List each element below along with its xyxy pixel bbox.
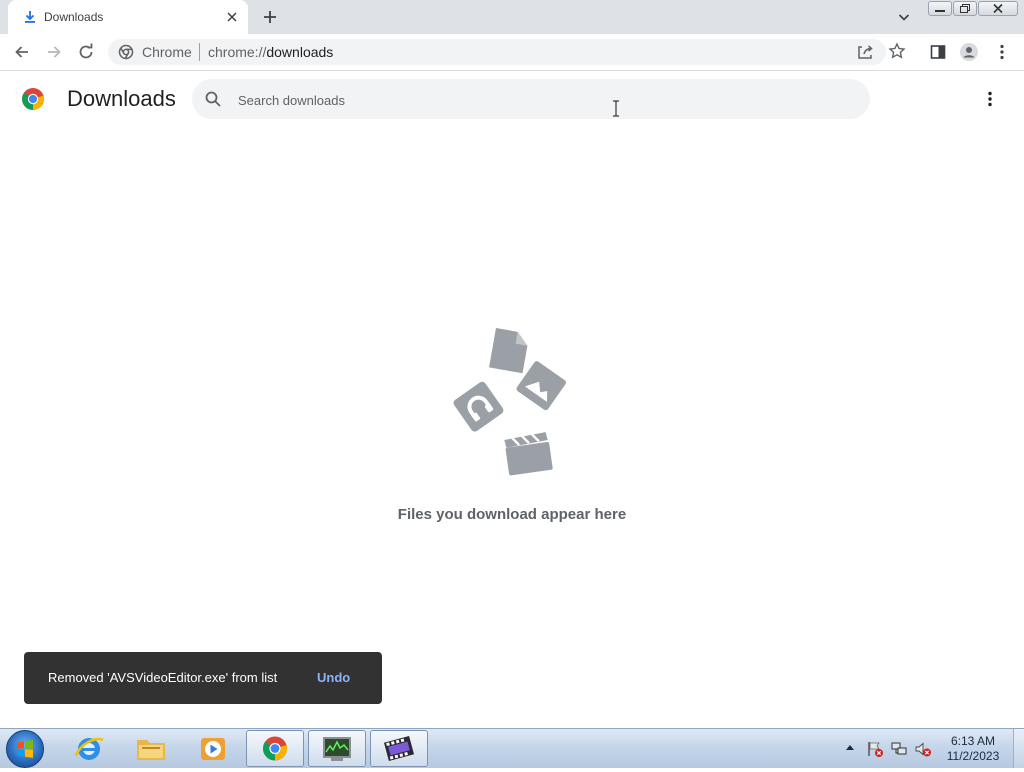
taskbar-windows-explorer[interactable] <box>122 730 180 767</box>
undo-button[interactable]: Undo <box>317 670 350 685</box>
search-bar[interactable] <box>192 79 870 119</box>
tab-strip: Downloads <box>0 0 1024 34</box>
url-scheme: chrome:// <box>208 44 267 60</box>
chrome-icon <box>118 44 134 60</box>
clock-date: 11/2/2023 <box>946 749 1000 763</box>
show-desktop-button[interactable] <box>1013 729 1024 768</box>
site-chip: Chrome <box>142 44 192 60</box>
empty-downloads-illustration <box>453 328 566 476</box>
text-cursor-icon <box>613 100 619 117</box>
chevron-down-icon[interactable] <box>896 9 912 25</box>
page-title: Downloads <box>67 86 176 111</box>
taskbar-chrome[interactable] <box>246 730 304 767</box>
address-bar[interactable]: Chrome chrome://downloads <box>108 39 906 65</box>
show-hidden-icons-icon[interactable] <box>845 743 855 751</box>
window-close-button[interactable] <box>978 1 1018 16</box>
more-actions-icon[interactable] <box>980 89 1000 109</box>
search-input[interactable] <box>236 88 840 112</box>
windows-logo-icon <box>17 740 33 758</box>
system-clock[interactable]: 6:13 AM 11/2/2023 <box>940 734 1006 764</box>
forward-arrow-icon[interactable] <box>44 42 64 62</box>
network-icon[interactable] <box>890 740 908 758</box>
task-manager-icon <box>323 737 351 761</box>
search-icon <box>205 91 221 107</box>
new-tab-button[interactable] <box>261 8 279 26</box>
taskbar-internet-explorer[interactable] <box>60 730 118 767</box>
url-text[interactable]: chrome://downloads <box>208 44 333 60</box>
tab-title: Downloads <box>44 10 104 24</box>
reload-icon[interactable] <box>76 42 96 62</box>
download-icon <box>25 11 35 23</box>
clock-time: 6:13 AM <box>950 734 996 748</box>
taskbar-task-manager[interactable] <box>308 730 366 767</box>
media-player-icon <box>201 738 225 760</box>
profile-icon[interactable] <box>959 42 979 62</box>
restore-icon <box>960 4 970 13</box>
video-editor-icon <box>383 735 415 762</box>
back-arrow-icon[interactable] <box>12 42 32 62</box>
url-host: downloads <box>266 44 334 60</box>
document-icon <box>489 328 528 374</box>
taskbar-video-editor[interactable] <box>370 730 428 767</box>
star-icon[interactable] <box>888 42 906 60</box>
taskbar-media-player[interactable] <box>184 730 242 767</box>
chrome-logo-icon <box>22 88 45 110</box>
chrome-icon <box>263 736 288 761</box>
toast-message: Removed 'AVSVideoEditor.exe' from list <box>48 670 278 685</box>
share-icon[interactable] <box>856 43 874 61</box>
tab-downloads[interactable]: Downloads <box>8 0 248 34</box>
windows-explorer-icon <box>137 740 165 760</box>
close-icon <box>993 3 1003 14</box>
side-panel-icon[interactable] <box>928 42 948 62</box>
browser-toolbar: Chrome chrome://downloads <box>0 34 1024 71</box>
close-icon[interactable] <box>224 9 240 25</box>
restore-button[interactable] <box>953 1 977 16</box>
audio-icon <box>453 381 504 432</box>
empty-state-message: Files you download appear here <box>397 506 627 523</box>
action-center-icon[interactable] <box>866 740 884 758</box>
minimize-button[interactable] <box>928 1 952 16</box>
video-icon <box>504 432 553 476</box>
minimize-icon <box>935 10 945 12</box>
toast: Removed 'AVSVideoEditor.exe' from list U… <box>24 652 382 704</box>
windows-taskbar: 6:13 AM 11/2/2023 <box>0 728 1024 768</box>
divider <box>199 43 200 61</box>
start-button[interactable] <box>6 730 44 768</box>
kebab-menu-icon[interactable] <box>992 42 1012 62</box>
internet-explorer-icon <box>74 737 104 760</box>
volume-muted-icon[interactable] <box>914 740 932 758</box>
